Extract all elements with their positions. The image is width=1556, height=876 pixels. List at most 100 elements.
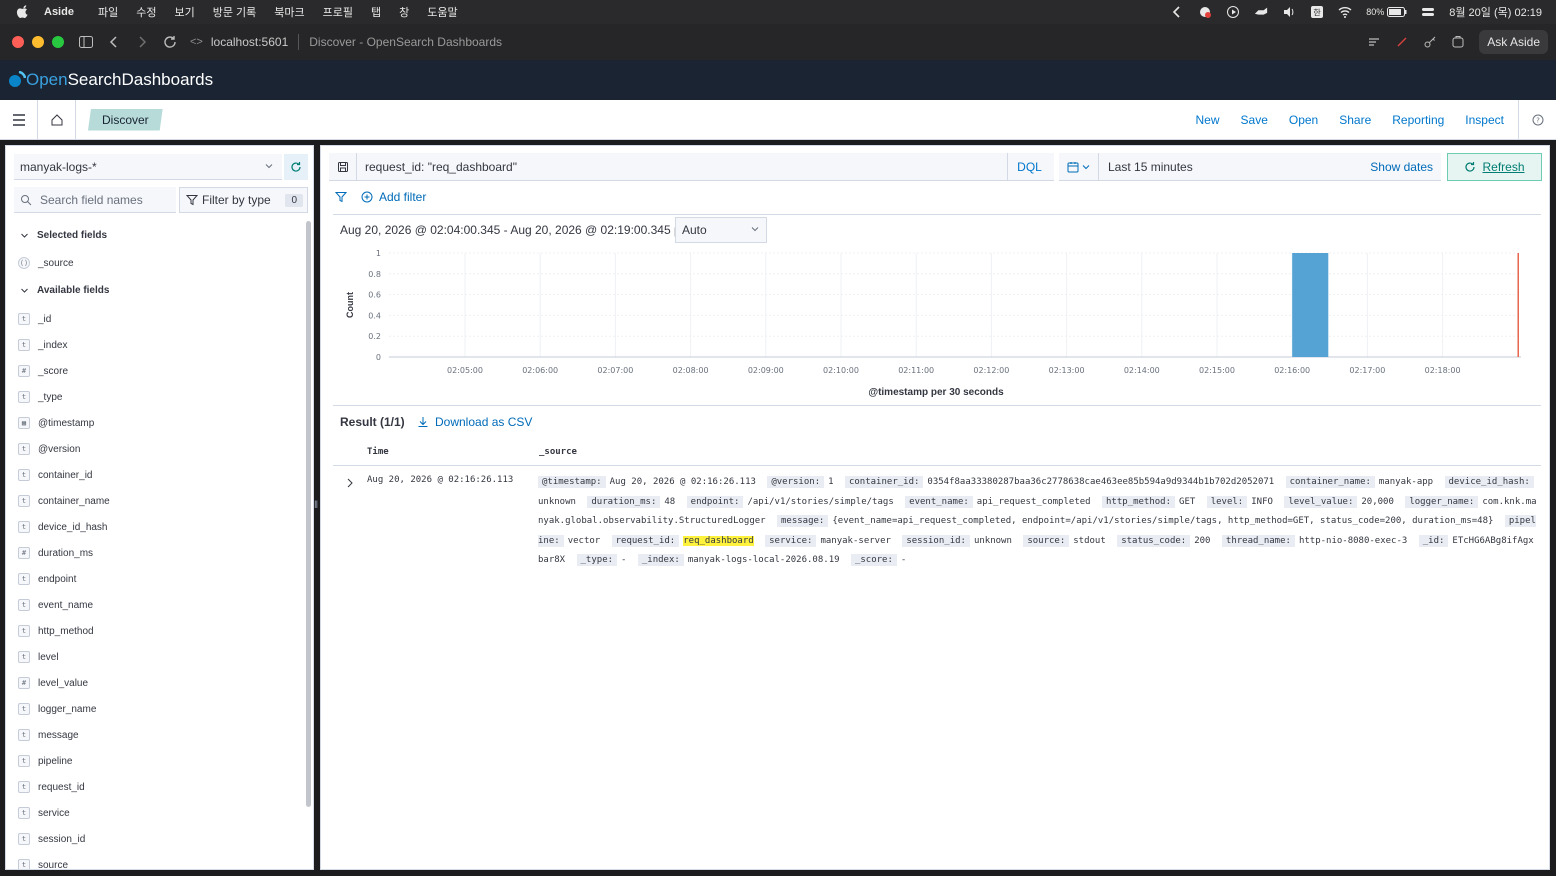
menu-bookmarks[interactable]: 북마크 [274,4,304,20]
menu-window[interactable]: 창 [399,4,409,20]
field-item-version[interactable]: t @version [18,443,80,455]
available-fields-toggle[interactable]: Available fields [20,285,109,296]
minimize-window-button[interactable] [32,36,44,48]
field-item-message[interactable]: t message [18,729,79,741]
field-search-input[interactable]: Search field names [14,187,176,213]
new-button[interactable]: New [1196,113,1220,127]
field-item-containerid[interactable]: t container_id [18,469,92,481]
osd-logo[interactable]: Open Search Dashboards [8,70,213,90]
field-item-deviceidhash[interactable]: t device_id_hash [18,521,108,533]
field-item-sessionid[interactable]: t session_id [18,833,85,845]
column-time[interactable]: Time [367,447,389,457]
field-name: session_id [38,833,86,845]
field-item-service[interactable]: t service [18,807,70,819]
expand-row-icon[interactable] [345,477,355,489]
volume-icon[interactable] [1282,5,1296,19]
add-filter-button[interactable]: Add filter [361,190,426,204]
record-icon[interactable] [1198,5,1212,19]
cat-icon[interactable] [1254,5,1268,19]
key-icon[interactable] [1423,35,1437,49]
field-item-id[interactable]: t _id [18,313,51,325]
top-nav: New Save Open Share Reporting Inspect [1196,100,1505,140]
field-item-httpmethod[interactable]: t http_method [18,625,94,637]
field-item-source[interactable]: t source [18,859,68,869]
home-button[interactable] [38,99,76,140]
field-item-index[interactable]: t _index [18,339,67,351]
menu-profile[interactable]: 프로필 [323,4,353,20]
forward-icon[interactable] [134,34,150,50]
save-button[interactable]: Save [1241,113,1268,127]
back-icon[interactable] [106,34,122,50]
field-item-eventname[interactable]: t event_name [18,599,93,611]
show-dates-button[interactable]: Show dates [1370,160,1433,174]
reporting-button[interactable]: Reporting [1392,113,1444,127]
index-pattern-select[interactable]: manyak-logs-* [14,154,282,180]
battery-status[interactable]: 80% [1366,7,1407,17]
field-item-requestid[interactable]: t request_id [18,781,85,793]
menu-help[interactable]: 도움말 [427,4,457,20]
date-picker[interactable]: Last 15 minutes Show dates [1059,152,1441,181]
play-icon[interactable] [1226,5,1240,19]
control-center-icon[interactable] [1421,5,1435,19]
extension-icon[interactable] [1451,35,1465,49]
field-item-score[interactable]: # _score [18,365,68,377]
address-bar[interactable]: localhost:5601 [211,35,288,49]
divider [333,214,1541,215]
sidebar-scrollbar[interactable] [306,221,311,807]
column-source[interactable]: _source [539,447,577,457]
wifi-icon[interactable] [1338,5,1352,19]
field-item-timestamp[interactable]: ▦ @timestamp [18,417,94,429]
query-bar[interactable]: request_id: "req_dashboard" [329,152,1054,181]
share-button[interactable]: Share [1339,113,1371,127]
help-button[interactable]: ? [1518,100,1556,140]
quick-menu-button[interactable] [1059,152,1099,181]
histogram-chart[interactable]: 0 0.2 0.4 0.6 0.8 1 02:05:00 02:06:00 02:07:00 02… [335,246,1535,386]
field-item-type[interactable]: t _type [18,391,62,403]
field-item-source[interactable]: ⟨⟩ _source [18,257,74,269]
close-window-button[interactable] [12,36,24,48]
query-language-button[interactable]: DQL [1007,153,1051,181]
breadcrumb-discover[interactable]: Discover [88,108,163,131]
chevron-left-icon[interactable] [1170,5,1184,19]
menu-tab[interactable]: 탭 [371,4,381,20]
open-button[interactable]: Open [1289,113,1318,127]
selected-fields-toggle[interactable]: Selected fields [20,230,107,241]
zoom-window-button[interactable] [52,36,64,48]
time-range-label[interactable]: Last 15 minutes [1108,160,1193,174]
download-csv-button[interactable]: Download as CSV [417,415,532,429]
field-item-endpoint[interactable]: t endpoint [18,573,76,585]
input-source-icon[interactable]: 한 [1310,5,1324,19]
reader-icon[interactable] [1367,35,1381,49]
sidebar-toggle-icon[interactable] [78,34,94,50]
no-sign-icon[interactable] [1395,35,1409,49]
refresh-index-button[interactable] [284,154,308,180]
field-name: @version [38,443,81,455]
field-item-pipeline[interactable]: t pipeline [18,755,72,767]
field-item-loggername[interactable]: t logger_name [18,703,96,715]
field-item-durationms[interactable]: # duration_ms [18,547,93,559]
reload-icon[interactable] [162,34,178,50]
filter-by-type-button[interactable]: Filter by type 0 [179,187,308,213]
inspect-button[interactable]: Inspect [1465,113,1504,127]
apple-icon[interactable] [16,5,30,19]
field-item-level[interactable]: t level [18,651,59,663]
query-input[interactable]: request_id: "req_dashboard" [365,160,517,174]
source-field-key: container_name: [1285,476,1375,488]
menu-button[interactable] [0,99,38,140]
menu-file[interactable]: 파일 [98,4,118,20]
refresh-button[interactable]: Refresh [1447,153,1542,181]
saved-queries-button[interactable] [329,152,357,181]
menu-history[interactable]: 방문 기록 [213,4,257,20]
menu-app-name[interactable]: Aside [44,6,74,18]
ask-aside-button[interactable]: Ask Aside [1479,30,1548,54]
source-field-key: _score: [850,554,897,566]
menu-view[interactable]: 보기 [174,4,194,20]
filter-icon[interactable] [335,191,347,203]
code-icon: <> [190,36,203,48]
field-item-levelvalue[interactable]: # level_value [18,677,88,689]
field-item-containername[interactable]: t container_name [18,495,110,507]
interval-select[interactable]: Auto [675,217,767,243]
source-field-value: vector [567,535,601,546]
menu-edit[interactable]: 수정 [136,4,156,20]
menu-clock[interactable]: 8월 20일 (목) 02:19 [1449,4,1542,20]
